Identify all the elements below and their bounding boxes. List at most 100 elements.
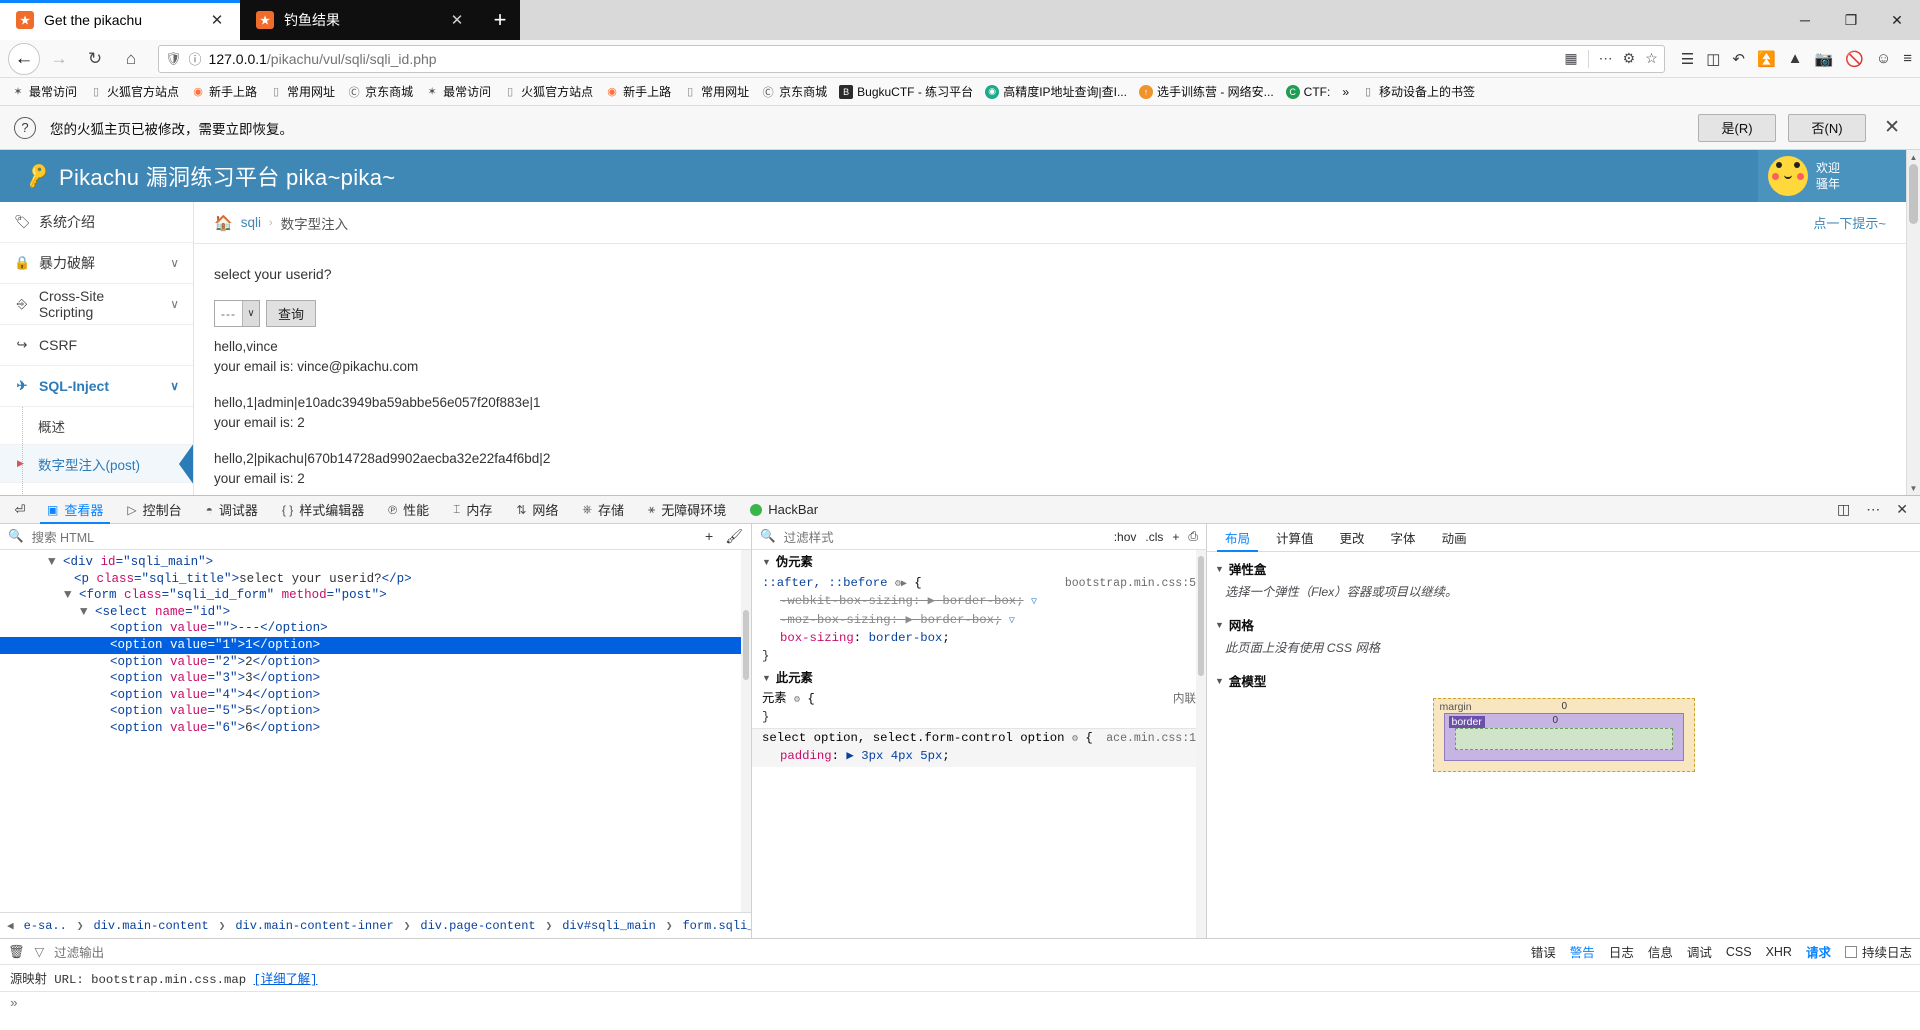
- margin-top-value[interactable]: 0: [1562, 701, 1568, 712]
- css-declaration[interactable]: -moz-box-sizing: ▶ border-box; ▽: [762, 612, 1196, 631]
- filter-icon[interactable]: ▽: [1009, 616, 1015, 627]
- box-model-diagram[interactable]: margin 0 border 0: [1432, 698, 1695, 772]
- rule-origin[interactable]: 内联: [1173, 691, 1196, 709]
- breadcrumb-node[interactable]: form.sqli_id_form: [677, 919, 751, 933]
- bookmark-item[interactable]: ◉ 新手上路: [186, 81, 262, 102]
- rules-list[interactable]: ▼ 伪元素 ::after, ::before ⚙▶ {bootstrap.min…: [752, 550, 1206, 938]
- browser-tab-2[interactable]: ★ 钓鱼结果 ✕: [240, 0, 480, 40]
- breadcrumb-node[interactable]: div.main-content: [88, 919, 213, 933]
- info-icon[interactable]: ⓘ: [189, 49, 202, 68]
- scrollbar-thumb[interactable]: [1909, 164, 1918, 224]
- rules-section-element[interactable]: ▼ 此元素: [752, 666, 1206, 690]
- layout-tab-layout[interactable]: 布局: [1213, 524, 1262, 552]
- devtools-tab-style-editor[interactable]: { } 样式编辑器: [271, 496, 375, 524]
- box-model-border[interactable]: border 0: [1443, 713, 1684, 761]
- box-model-padding[interactable]: [1454, 728, 1673, 750]
- page-scrollbar[interactable]: ▲ ▼: [1906, 150, 1920, 495]
- css-rule[interactable]: 元素 ⚙ {内联 }: [752, 690, 1206, 728]
- forward-button[interactable]: →: [42, 44, 76, 74]
- markup-tree[interactable]: ▼ <div id="sqli_main"> <p class="sqli_ti…: [0, 550, 751, 912]
- markup-line[interactable]: <option value="4">4</option>: [0, 687, 751, 704]
- rules-section-pseudo[interactable]: ▼ 伪元素: [752, 550, 1206, 574]
- account-icon[interactable]: ☺: [1876, 50, 1891, 67]
- notification-close-icon[interactable]: ✕: [1878, 116, 1906, 139]
- breadcrumb-scroll-left-icon[interactable]: ◀: [2, 919, 19, 933]
- block-icon[interactable]: 🚫: [1845, 50, 1864, 68]
- bookmark-item[interactable]: ↑ 选手训练营 - 网络安...: [1134, 81, 1279, 102]
- scrollbar-thumb[interactable]: [1198, 556, 1204, 676]
- console-level-requests[interactable]: 请求: [1806, 942, 1831, 961]
- css-selector[interactable]: select option, select.form-control optio…: [762, 731, 1065, 745]
- sidebar-subitem-string-get[interactable]: 字符型注入(get): [0, 483, 193, 495]
- markup-search-placeholder[interactable]: 搜索 HTML: [32, 527, 95, 546]
- breadcrumb-root[interactable]: sqli: [241, 215, 261, 230]
- home-button[interactable]: ⌂: [114, 44, 148, 74]
- bookmark-item[interactable]: ✶ 最常访问: [6, 81, 82, 102]
- border-top-value[interactable]: 0: [1553, 715, 1559, 726]
- shield-icon[interactable]: 🛡: [165, 51, 182, 67]
- add-rule-button[interactable]: +: [1172, 530, 1179, 544]
- maximize-button[interactable]: ❐: [1828, 0, 1874, 40]
- rule-origin[interactable]: ace.min.css:1: [1106, 730, 1196, 748]
- puzzle-icon[interactable]: ⚙: [1623, 50, 1636, 67]
- bookmark-star-icon[interactable]: ☆: [1645, 50, 1658, 67]
- new-tab-button[interactable]: +: [480, 0, 520, 40]
- rules-scrollbar[interactable]: [1196, 550, 1206, 938]
- bookmark-item[interactable]: ▯ 常用网址: [678, 81, 754, 102]
- css-value[interactable]: 3px 4px 5px: [861, 749, 942, 763]
- breadcrumb-node[interactable]: div.page-content: [415, 919, 540, 933]
- tab-close-icon[interactable]: ✕: [448, 11, 466, 29]
- breadcrumb-node[interactable]: e-sa..: [19, 919, 72, 933]
- filter-icon[interactable]: ▽: [1031, 597, 1037, 608]
- hov-toggle[interactable]: :hov: [1114, 530, 1137, 544]
- app-menu-icon[interactable]: ≡: [1903, 50, 1912, 67]
- layout-tab-fonts[interactable]: 字体: [1379, 524, 1428, 552]
- bookmark-item[interactable]: ✶ 最常访问: [420, 81, 496, 102]
- notification-yes-button[interactable]: 是(R): [1698, 113, 1777, 142]
- bookmark-item[interactable]: ◉ 高精度IP地址查询|查I...: [980, 81, 1132, 102]
- css-value[interactable]: border-box: [869, 631, 943, 645]
- undo-icon[interactable]: ↶: [1732, 50, 1745, 68]
- css-property[interactable]: -moz-box-sizing: [762, 613, 891, 627]
- bookmark-item[interactable]: ▯ 火狐官方站点: [498, 81, 598, 102]
- devtools-tab-storage[interactable]: ⎈ 存储: [571, 496, 635, 524]
- home-icon[interactable]: 🏠: [214, 214, 233, 232]
- persist-logs-checkbox[interactable]: 持续日志: [1844, 942, 1912, 961]
- console-level-warnings[interactable]: 警告: [1570, 942, 1595, 961]
- reload-button[interactable]: ↻: [78, 44, 112, 74]
- sidebar-subitem-overview[interactable]: 概述: [0, 407, 193, 445]
- eyedropper-icon[interactable]: 🖌: [725, 528, 743, 545]
- css-rule[interactable]: ::after, ::before ⚙▶ {bootstrap.min.css:…: [752, 574, 1206, 667]
- devtools-tab-performance[interactable]: ℗ 性能: [377, 496, 440, 524]
- css-selector[interactable]: ::after, ::before: [762, 576, 887, 590]
- bookmark-item[interactable]: ▯ 火狐官方站点: [84, 81, 184, 102]
- console-message-link[interactable]: [详细了解]: [254, 973, 318, 987]
- print-icon[interactable]: ⎙: [1188, 529, 1198, 544]
- cls-toggle[interactable]: .cls: [1145, 530, 1163, 544]
- notification-no-button[interactable]: 否(N): [1788, 113, 1867, 142]
- sidebar-item-sql-inject[interactable]: ✈ SQL-Inject ∨: [0, 366, 193, 407]
- element-picker-icon[interactable]: ⏎: [6, 502, 34, 518]
- back-button[interactable]: ←: [8, 42, 40, 75]
- devtools-tab-console[interactable]: ▷ 控制台: [116, 496, 192, 524]
- markup-line[interactable]: <option value="">---</option>: [0, 620, 751, 637]
- console-level-info[interactable]: 信息: [1648, 942, 1673, 961]
- css-selector[interactable]: 元素: [762, 692, 787, 706]
- console-level-errors[interactable]: 错误: [1531, 942, 1556, 961]
- download-icon[interactable]: ⏫: [1757, 50, 1776, 68]
- markup-line[interactable]: <option value="6">6</option>: [0, 720, 751, 737]
- scroll-down-icon[interactable]: ▼: [1907, 481, 1920, 495]
- bookmarks-overflow-icon[interactable]: »: [1337, 83, 1354, 101]
- pocket-icon[interactable]: ▲: [1788, 50, 1803, 67]
- console-level-css[interactable]: CSS: [1726, 945, 1752, 959]
- bookmark-item[interactable]: Ⓒ 京东商城: [756, 81, 832, 102]
- css-declaration[interactable]: -webkit-box-sizing: ▶ border-box; ▽: [762, 593, 1196, 612]
- markup-line[interactable]: <option value="2">2</option>: [0, 654, 751, 671]
- markup-line[interactable]: ▼ <select name="id">: [0, 604, 751, 621]
- checkbox-box[interactable]: [1844, 945, 1857, 958]
- url-bar[interactable]: 🛡 ⓘ 127.0.0.1/pikachu/vul/sqli/sqli_id.p…: [158, 44, 1665, 73]
- sidebar-item-xss[interactable]: ⎆ Cross-Site Scripting ∨: [0, 284, 193, 325]
- markup-line[interactable]: ▼ <form class="sqli_id_form" method="pos…: [0, 587, 751, 604]
- scroll-up-icon[interactable]: ▲: [1907, 150, 1920, 164]
- more-actions-icon[interactable]: ⋯: [1599, 50, 1613, 67]
